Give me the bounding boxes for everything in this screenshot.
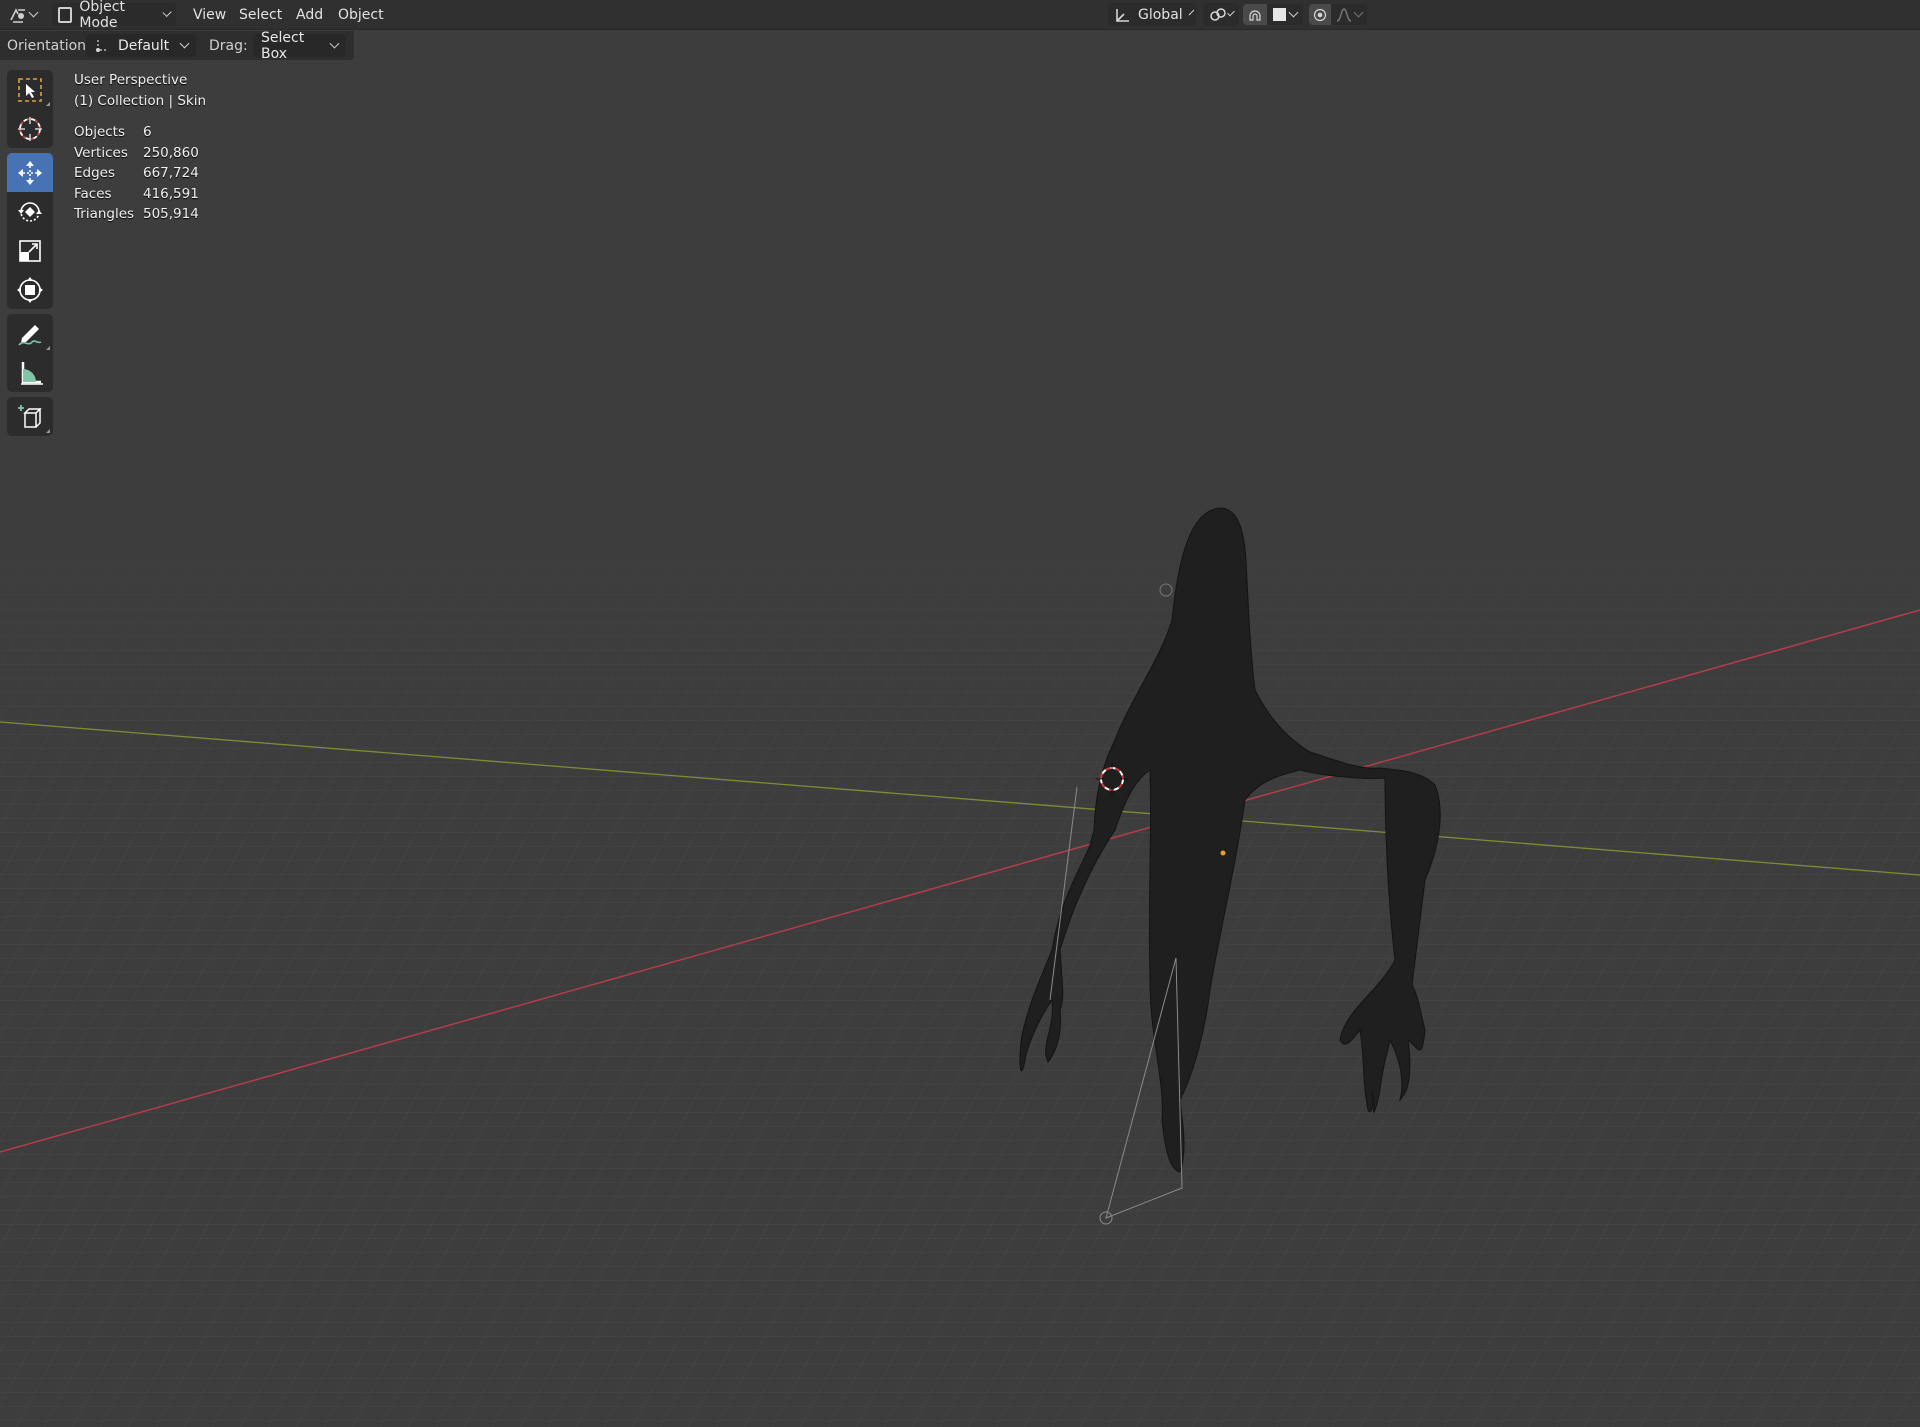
tool-group-add (7, 397, 53, 436)
object-mode-icon (58, 6, 73, 23)
tool-group-transform (7, 153, 53, 309)
chevron-down-icon (1353, 7, 1364, 18)
tool-options-bar: Orientation: Default Drag: Select Box (0, 30, 354, 62)
viewport-info-overlay: User Perspective (1) Collection | Skin O… (74, 70, 206, 225)
tool-rotate[interactable] (7, 192, 53, 231)
orientation-option-label: Orientation: (7, 37, 91, 54)
stat-label: Faces (74, 185, 112, 202)
collection-label: (1) Collection | Skin (74, 93, 207, 109)
stat-label: Triangles (74, 206, 135, 222)
move-icon (16, 159, 44, 187)
falloff-dropdown[interactable] (1331, 4, 1367, 25)
scale-icon (16, 237, 44, 265)
tool-cursor[interactable] (7, 109, 53, 148)
tool-scale[interactable] (7, 231, 53, 270)
stat-row: Faces 416,591 (74, 184, 206, 205)
stat-label: Edges (74, 165, 116, 181)
stat-label: Objects (74, 124, 126, 140)
tool-shelf (7, 70, 53, 441)
menu-select[interactable]: Select (231, 3, 290, 26)
orientation-label: Global (1138, 6, 1183, 23)
rotate-icon (16, 198, 44, 226)
stat-row: Edges 667,724 (74, 163, 206, 184)
menu-object[interactable]: Object (330, 3, 392, 26)
stat-label: Vertices (74, 144, 128, 161)
chevron-down-icon (28, 7, 39, 18)
orientation-option-dropdown[interactable]: Default (86, 34, 196, 57)
orientation-option-value: Default (118, 37, 170, 54)
annotate-icon (16, 320, 44, 348)
menu-view[interactable]: View (185, 3, 234, 26)
tool-add-cube[interactable] (7, 397, 53, 436)
transform-orientation-dropdown[interactable]: Global (1108, 3, 1196, 26)
tool-annotate[interactable] (7, 314, 53, 353)
measure-icon (16, 359, 44, 387)
stat-value: 667,724 (143, 165, 199, 181)
stat-value: 505,914 (143, 206, 199, 222)
drag-option-label: Drag: (209, 37, 248, 54)
tool-move[interactable] (7, 153, 53, 192)
chevron-down-icon (179, 38, 190, 49)
stat-row: Triangles 505,914 (74, 204, 206, 225)
select-box-icon (16, 76, 44, 104)
tool-select-box[interactable] (7, 70, 53, 109)
magnet-icon (1247, 7, 1263, 23)
tool-group-annotate (7, 314, 53, 392)
stat-value: 6 (143, 124, 152, 140)
chevron-down-icon (1188, 9, 1195, 16)
orientation-axes-icon (1114, 7, 1132, 23)
viewport-header: Object Mode View Select Add Object Globa… (0, 0, 1920, 31)
pivot-point-dropdown[interactable] (1203, 3, 1239, 26)
horizon-fade (0, 560, 1920, 800)
view-name-label: User Perspective (74, 72, 188, 88)
stat-row: Vertices 250,860 (74, 143, 206, 164)
tool-group-select (7, 70, 53, 148)
chevron-down-icon (1288, 7, 1299, 18)
proportional-editing-toggle[interactable] (1309, 4, 1331, 25)
scene-statistics: Objects 6 Vertices 250,860 Edges 667,724 Fa… (74, 122, 206, 225)
chevron-down-icon (1227, 8, 1235, 17)
pivot-icon (1209, 7, 1227, 23)
drag-option-value: Select Box (261, 29, 305, 62)
snap-toggle[interactable] (1243, 4, 1267, 25)
stat-value: 416,591 (143, 185, 199, 202)
object-origin (1220, 850, 1226, 856)
tool-measure[interactable] (7, 353, 53, 392)
mode-dropdown[interactable]: Object Mode (52, 0, 176, 31)
menu-add[interactable]: Add (288, 3, 331, 26)
drag-option-dropdown[interactable]: Select Box (253, 30, 346, 62)
editor-type-icon (8, 6, 28, 24)
editor-type-button[interactable] (8, 3, 44, 26)
viewport-3d[interactable] (0, 0, 1920, 1427)
snap-increment-icon (1273, 8, 1286, 21)
proportional-editing-icon (1313, 8, 1327, 22)
tool-transform[interactable] (7, 270, 53, 309)
chevron-down-icon (162, 7, 172, 18)
transform-icon (16, 276, 44, 304)
stat-value: 250,860 (143, 144, 199, 161)
orientation-gizmo-icon (94, 38, 110, 54)
cursor-icon (16, 115, 44, 143)
add-cube-icon (16, 403, 44, 431)
falloff-curve-icon (1336, 7, 1352, 22)
snap-target-dropdown[interactable] (1267, 4, 1303, 25)
stat-row: Objects 6 (74, 122, 206, 143)
mode-label: Object Mode (79, 0, 125, 31)
